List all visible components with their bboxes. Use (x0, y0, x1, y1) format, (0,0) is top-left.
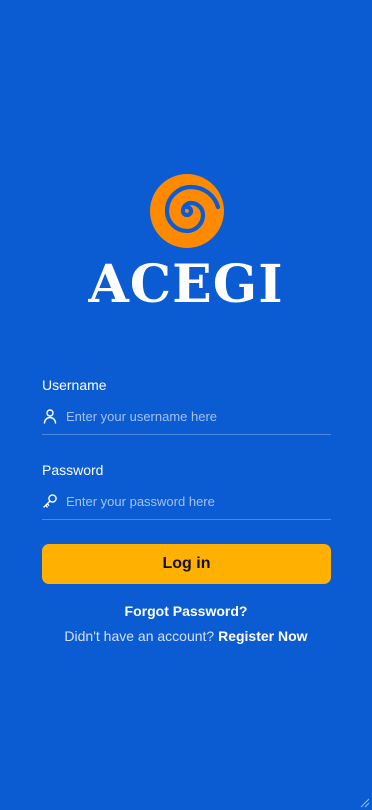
login-button[interactable]: Log in (42, 544, 331, 584)
password-label: Password (42, 462, 104, 478)
brand-name: ACEGI (88, 254, 284, 315)
resize-grip-icon[interactable] (360, 798, 370, 808)
username-input[interactable] (66, 404, 326, 428)
register-prompt: Didn't have an account? Register Now (0, 627, 372, 645)
username-field-container[interactable] (42, 400, 331, 435)
no-account-text: Didn't have an account? (64, 628, 215, 644)
key-icon (43, 494, 57, 508)
password-field-container[interactable] (42, 485, 331, 520)
user-icon (43, 409, 57, 424)
spiral-logo-icon (150, 174, 224, 248)
password-input[interactable] (66, 489, 326, 513)
username-label: Username (42, 377, 107, 393)
login-screen: ACEGI Username Password Log in Forgot Pa… (0, 0, 372, 810)
register-now-link[interactable]: Register Now (218, 628, 307, 644)
forgot-password-link[interactable]: Forgot Password? (0, 602, 372, 620)
